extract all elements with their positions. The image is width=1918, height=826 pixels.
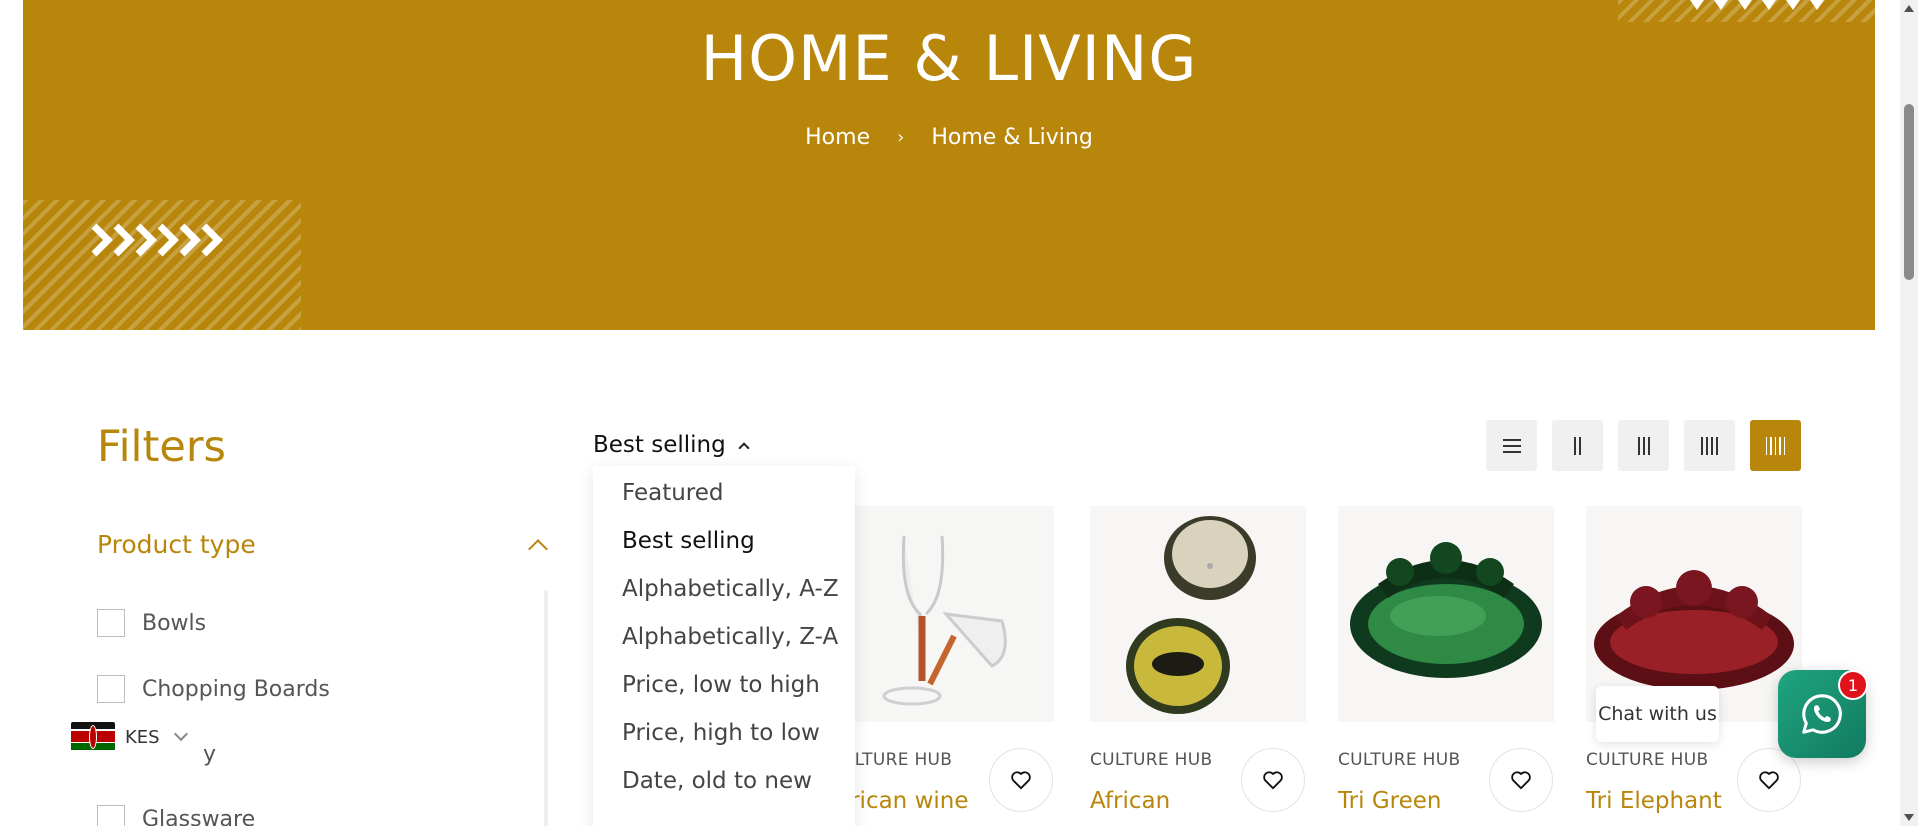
product-image-wine-glasses[interactable] <box>842 506 1054 722</box>
filter-option-glassware[interactable]: Glassware <box>97 804 255 826</box>
product-card[interactable]: CULTURE HUB Tri Elephant <box>1586 506 1802 826</box>
four-column-view-button[interactable] <box>1684 420 1735 471</box>
chevron-up-icon <box>738 442 750 454</box>
scrollbar-thumb[interactable] <box>1904 104 1914 280</box>
checkbox[interactable] <box>97 805 125 826</box>
filter-option-label: Glassware <box>142 806 256 826</box>
filter-option-label: Bowls <box>142 610 207 636</box>
sort-current-label: Best selling <box>593 432 726 458</box>
chevron-down-icon <box>173 726 188 742</box>
product-vendor: CULTURE HUB <box>1338 750 1461 770</box>
product-title[interactable]: Tri Elephant <box>1586 788 1722 814</box>
chevron-right-icon: › <box>897 126 905 148</box>
breadcrumb: Home › Home & Living <box>23 124 1875 150</box>
scroll-down-arrow-icon[interactable] <box>1904 814 1914 821</box>
sort-dropdown-button[interactable]: Best selling <box>593 430 750 460</box>
product-card[interactable]: CULTURE HUB African <box>1090 506 1306 826</box>
heart-icon <box>1011 771 1031 790</box>
product-type-label: Product type <box>97 530 256 559</box>
notification-badge: 1 <box>1838 670 1868 700</box>
breadcrumb-home-link[interactable]: Home <box>805 125 870 150</box>
product-type-toggle[interactable]: Product type <box>97 530 548 562</box>
heart-icon <box>1263 771 1283 790</box>
product-title[interactable]: frican wine <box>842 788 969 814</box>
sort-option-best-selling[interactable]: Best selling <box>593 526 855 574</box>
sort-option-date-asc[interactable]: Date, old to new <box>593 766 855 814</box>
checkbox[interactable] <box>97 675 125 703</box>
two-column-icon <box>1574 436 1581 455</box>
product-card[interactable]: ULTURE HUB frican wine <box>842 506 1058 826</box>
wishlist-button[interactable] <box>1241 748 1305 812</box>
wishlist-button[interactable] <box>1489 748 1553 812</box>
list-view-button[interactable] <box>1486 420 1537 471</box>
chat-prompt-bubble[interactable]: Chat with us <box>1596 686 1719 742</box>
product-title[interactable]: African <box>1090 788 1170 814</box>
four-column-icon <box>1701 436 1718 455</box>
sort-option-alpha-az[interactable]: Alphabetically, A-Z <box>593 574 855 622</box>
list-view-icon <box>1502 438 1521 453</box>
filter-option-bowls[interactable]: Bowls <box>97 608 206 638</box>
sort-option-price-asc[interactable]: Price, low to high <box>593 670 855 718</box>
five-column-view-button[interactable] <box>1750 420 1801 471</box>
sort-option-alpha-za[interactable]: Alphabetically, Z-A <box>593 622 855 670</box>
filters-heading: Filters <box>97 422 226 472</box>
sort-option-featured[interactable]: Featured <box>593 478 855 526</box>
three-column-icon <box>1637 436 1650 455</box>
filter-option-chopping-boards[interactable]: Chopping Boards <box>97 674 330 704</box>
sort-option-price-desc[interactable]: Price, high to low <box>593 718 855 766</box>
product-image-soapstone-box[interactable] <box>1090 506 1306 722</box>
chevron-up-icon <box>528 539 548 559</box>
product-image-green-dish[interactable] <box>1338 506 1554 722</box>
five-column-icon <box>1765 436 1786 455</box>
product-vendor: CULTURE HUB <box>1090 750 1213 770</box>
collection-banner: HOME & LIVING Home › Home & Living <box>23 0 1875 330</box>
two-column-view-button[interactable] <box>1552 420 1603 471</box>
chevrons-decoration-icon <box>1690 0 1824 10</box>
product-vendor: CULTURE HUB <box>1586 750 1709 770</box>
filter-list-scrollbar[interactable] <box>544 590 548 826</box>
heart-icon <box>1511 771 1531 790</box>
sort-menu: Featured Best selling Alphabetically, A-… <box>593 466 855 826</box>
page-title: HOME & LIVING <box>700 22 1198 95</box>
product-title[interactable]: Tri Green <box>1338 788 1441 814</box>
kenya-flag-icon <box>71 722 115 752</box>
product-vendor: ULTURE HUB <box>842 750 953 770</box>
page-scrollbar[interactable] <box>1900 0 1918 826</box>
three-column-view-button[interactable] <box>1618 420 1669 471</box>
grid-view-toggles <box>1486 420 1801 471</box>
whatsapp-icon <box>1802 694 1842 734</box>
currency-selector[interactable]: KES <box>71 720 188 754</box>
heart-icon <box>1759 771 1779 790</box>
filter-option-label: Chopping Boards <box>142 676 330 702</box>
filter-option-label: y <box>203 742 217 767</box>
product-card[interactable]: CULTURE HUB Tri Green <box>1338 506 1554 826</box>
currency-code: KES <box>125 726 160 748</box>
breadcrumb-current: Home & Living <box>931 124 1093 150</box>
checkbox[interactable] <box>97 609 125 637</box>
scroll-up-arrow-icon[interactable] <box>1904 5 1914 12</box>
chevrons-decoration-icon <box>91 223 223 257</box>
wishlist-button[interactable] <box>989 748 1053 812</box>
